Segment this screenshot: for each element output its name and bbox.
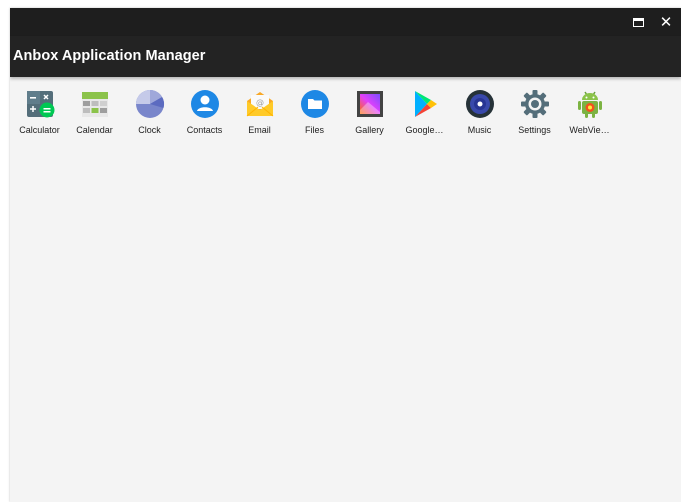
app-label: Files xyxy=(304,125,324,135)
android-webview-icon xyxy=(574,88,606,120)
calendar-icon xyxy=(79,88,111,120)
anbox-window: ✕ Anbox Application Manager Calculator C… xyxy=(10,8,681,502)
app-label: Contacts xyxy=(186,125,223,135)
app-label: Settings xyxy=(518,125,551,135)
app-music[interactable]: Music xyxy=(452,86,507,146)
app-email[interactable]: @ Email xyxy=(232,86,287,146)
app-label: Calculator xyxy=(19,125,60,135)
app-clock[interactable]: Clock xyxy=(122,86,177,146)
app-label: Gallery xyxy=(355,125,384,135)
music-icon xyxy=(464,88,496,120)
app-bar: Anbox Application Manager xyxy=(10,36,681,77)
contacts-icon xyxy=(189,88,221,120)
email-icon: @ xyxy=(244,88,276,120)
app-calendar[interactable]: Calendar xyxy=(67,86,122,146)
app-files[interactable]: Files xyxy=(287,86,342,146)
calculator-icon xyxy=(24,88,56,120)
app-gallery[interactable]: Gallery xyxy=(342,86,397,146)
app-label: Calendar xyxy=(76,125,113,135)
app-google-play[interactable]: Google… xyxy=(397,86,452,146)
google-play-icon xyxy=(409,88,441,120)
window-restore-icon[interactable] xyxy=(628,12,648,32)
app-label: WebVie… xyxy=(569,125,610,135)
app-settings[interactable]: Settings xyxy=(507,86,562,146)
app-label: Music xyxy=(467,125,492,135)
app-contacts[interactable]: Contacts xyxy=(177,86,232,146)
clock-icon xyxy=(134,88,166,120)
settings-icon xyxy=(519,88,551,120)
gallery-icon xyxy=(354,88,386,120)
window-close-icon[interactable]: ✕ xyxy=(656,12,676,32)
files-icon xyxy=(299,88,331,120)
window-titlebar[interactable]: ✕ xyxy=(10,8,681,36)
svg-text:@: @ xyxy=(256,98,264,107)
page-title: Anbox Application Manager xyxy=(13,48,206,64)
app-webview[interactable]: WebVie… xyxy=(562,86,617,146)
app-calculator[interactable]: Calculator xyxy=(12,86,67,146)
app-label: Clock xyxy=(138,125,161,135)
app-grid: Calculator Calendar Clock Contacts @ Ema… xyxy=(12,86,617,146)
app-label: Email xyxy=(248,125,271,135)
app-label: Google… xyxy=(405,125,444,135)
